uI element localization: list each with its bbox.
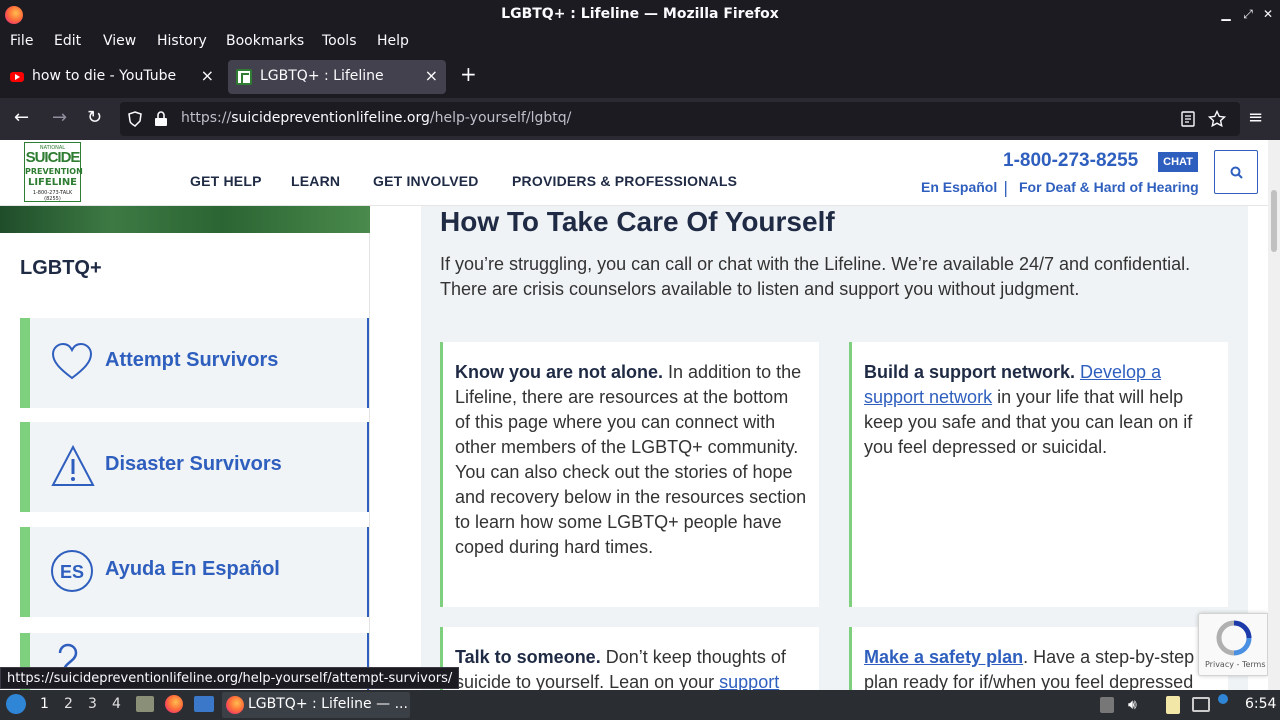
- taskbar-window-label: LGBTQ+ : Lifeline — ...: [248, 696, 408, 712]
- sidebar-item-label: Ayuda En Español: [105, 558, 280, 580]
- new-tab-button[interactable]: +: [460, 62, 477, 86]
- web-page: NATIONAL SUICIDE PREVENTION LIFELINE 1-8…: [0, 140, 1268, 694]
- tip-heading: Know you are not alone.: [455, 362, 664, 382]
- scrollbar-thumb[interactable]: [1271, 190, 1277, 252]
- reader-view-icon[interactable]: [1181, 111, 1195, 127]
- tip-card-safety-plan: Make a safety plan. Have a step-by-step …: [849, 627, 1228, 694]
- page-scrollbar[interactable]: [1268, 140, 1280, 694]
- tip-card-not-alone: Know you are not alone. In addition to t…: [440, 342, 819, 607]
- section-heading: How To Take Care Of Yourself: [440, 206, 835, 237]
- os-taskbar: 1 2 3 4 LGBTQ+ : Lifeline — ... 🔊︎ 6:54: [0, 690, 1280, 720]
- nav-providers[interactable]: PROVIDERS & PROFESSIONALS: [512, 173, 737, 189]
- support-link[interactable]: support: [719, 672, 779, 692]
- site-header: NATIONAL SUICIDE PREVENTION LIFELINE 1-8…: [0, 140, 1268, 206]
- sidebar-item-label: Disaster Survivors: [105, 453, 282, 475]
- tracking-shield-icon[interactable]: [127, 111, 143, 127]
- hamburger-menu-icon[interactable]: ≡: [1248, 108, 1263, 128]
- bookmark-star-icon[interactable]: [1208, 110, 1226, 128]
- site-search-button[interactable]: [1214, 150, 1258, 194]
- taskbar-window-firefox[interactable]: LGBTQ+ : Lifeline — ...: [222, 692, 410, 718]
- minimize-button[interactable]: ▁: [1218, 6, 1234, 22]
- es-icon: ES: [51, 550, 93, 592]
- svg-text:ES: ES: [60, 562, 84, 582]
- section-sidebar: LGBTQ+ Attempt Survivors Disaster Surviv…: [0, 206, 370, 694]
- main-content: How To Take Care Of Yourself If you’re s…: [421, 206, 1248, 694]
- tab-youtube[interactable]: how to die - YouTube ×: [0, 60, 222, 94]
- url-bar[interactable]: https://suicidepreventionlifeline.org/he…: [120, 102, 1240, 136]
- tip-card-support-network: Build a support network. Develop a suppo…: [849, 342, 1228, 607]
- file-manager-icon[interactable]: [136, 696, 154, 712]
- menu-help[interactable]: Help: [377, 33, 409, 49]
- tip-card-talk-to-someone: Talk to someone. Don’t keep thoughts of …: [440, 627, 819, 694]
- menu-history[interactable]: History: [157, 33, 207, 49]
- maximize-button[interactable]: ⤢: [1240, 6, 1256, 22]
- tab-label: LGBTQ+ : Lifeline: [260, 68, 384, 84]
- workspace-1[interactable]: 1: [40, 696, 49, 712]
- sidebar-item-label: Attempt Survivors: [105, 349, 279, 371]
- sidebar-item-disaster-survivors[interactable]: Disaster Survivors: [20, 422, 369, 512]
- deaf-hard-of-hearing-link[interactable]: For Deaf & Hard of Hearing: [1019, 179, 1199, 195]
- close-tab-icon[interactable]: ×: [201, 66, 214, 85]
- navigation-toolbar: ← → ↻ https://suicidepreventionlifeline.…: [0, 98, 1280, 140]
- display-icon[interactable]: [1192, 697, 1210, 712]
- nav-get-help[interactable]: GET HELP: [190, 173, 262, 189]
- firefox-launcher-icon[interactable]: [165, 695, 183, 713]
- tab-strip: how to die - YouTube × LGBTQ+ : Lifeline…: [0, 56, 1280, 98]
- warning-icon: [51, 444, 95, 486]
- espanol-link[interactable]: En Español: [921, 179, 997, 195]
- url-text: https://suicidepreventionlifeline.org/he…: [181, 110, 572, 126]
- menu-tools[interactable]: Tools: [322, 33, 357, 49]
- desktop-icon[interactable]: [194, 696, 214, 712]
- tip-heading: Build a support network.: [864, 362, 1076, 382]
- sidebar-item-attempt-survivors[interactable]: Attempt Survivors: [20, 318, 369, 408]
- lifeline-logo[interactable]: NATIONAL SUICIDE PREVENTION LIFELINE 1-8…: [24, 142, 83, 202]
- notification-icon[interactable]: [1218, 694, 1228, 704]
- safety-plan-link[interactable]: Make a safety plan: [864, 647, 1023, 667]
- sidebar-title: LGBTQ+: [20, 257, 102, 279]
- youtube-icon: [10, 72, 24, 82]
- reload-icon[interactable]: ↻: [87, 108, 102, 128]
- forward-icon[interactable]: →: [52, 108, 67, 128]
- search-icon: [1230, 166, 1243, 179]
- volume-icon[interactable]: 🔊︎: [1128, 697, 1137, 713]
- lock-icon[interactable]: [154, 111, 168, 127]
- nav-learn[interactable]: LEARN: [291, 173, 340, 189]
- tip-text: In addition to the Lifeline, there are r…: [455, 362, 807, 557]
- lifeline-icon: [236, 69, 252, 85]
- close-window-button[interactable]: ✕: [1260, 6, 1276, 22]
- back-icon[interactable]: ←: [14, 108, 29, 128]
- tab-label: how to die - YouTube: [32, 68, 177, 84]
- tip-heading: Talk to someone.: [455, 647, 601, 667]
- workspace-2[interactable]: 2: [64, 696, 73, 712]
- link-separator: |: [1003, 178, 1009, 197]
- clock: 6:54: [1245, 696, 1277, 712]
- hotline-phone-link[interactable]: 1-800-273-8255: [1003, 150, 1138, 172]
- close-tab-icon[interactable]: ×: [425, 66, 438, 85]
- recaptcha-links[interactable]: Privacy - Terms: [1205, 660, 1266, 669]
- nav-get-involved[interactable]: GET INVOLVED: [373, 173, 479, 189]
- heart-icon: [51, 342, 93, 380]
- sidebar-item-ayuda-espanol[interactable]: ES Ayuda En Español: [20, 527, 369, 617]
- recaptcha-icon: [1216, 620, 1252, 656]
- window-titlebar: LGBTQ+ : Lifeline — Mozilla Firefox ▁ ⤢ …: [0, 0, 1280, 30]
- notes-icon[interactable]: [1166, 696, 1180, 714]
- start-menu-icon[interactable]: [6, 694, 26, 714]
- tab-lifeline[interactable]: LGBTQ+ : Lifeline ×: [228, 60, 446, 94]
- workspace-4[interactable]: 4: [112, 696, 121, 712]
- menu-bookmarks[interactable]: Bookmarks: [226, 33, 304, 49]
- menu-file[interactable]: File: [10, 33, 33, 49]
- window-title: LGBTQ+ : Lifeline — Mozilla Firefox: [501, 6, 779, 22]
- menu-bar: File Edit View History Bookmarks Tools H…: [0, 30, 1280, 54]
- menu-view[interactable]: View: [103, 33, 136, 49]
- menu-edit[interactable]: Edit: [54, 33, 81, 49]
- firefox-icon: [226, 696, 244, 714]
- recaptcha-badge[interactable]: Privacy - Terms: [1198, 613, 1268, 676]
- status-bar-url: https://suicidepreventionlifeline.org/he…: [0, 667, 460, 689]
- intro-paragraph: If you’re struggling, you can call or ch…: [440, 254, 1191, 299]
- chat-button[interactable]: CHAT: [1158, 152, 1198, 172]
- hero-image: [0, 206, 370, 233]
- workspace-3[interactable]: 3: [88, 696, 97, 712]
- clipboard-icon[interactable]: [1100, 697, 1114, 713]
